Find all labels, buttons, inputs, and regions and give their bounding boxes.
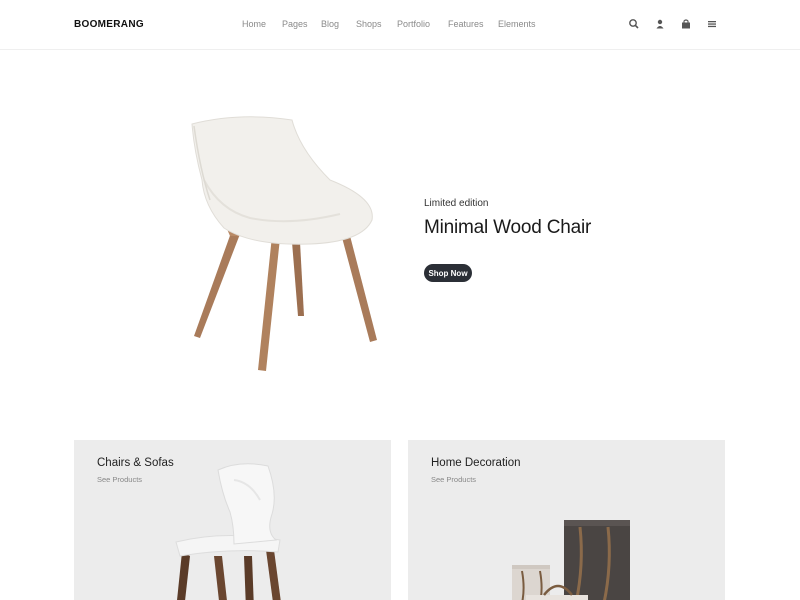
nav-home[interactable]: Home bbox=[242, 19, 266, 29]
search-icon[interactable] bbox=[628, 18, 640, 30]
category-title: Chairs & Sofas bbox=[97, 457, 174, 469]
nav-elements[interactable]: Elements bbox=[498, 19, 536, 29]
see-products-link[interactable]: See Products bbox=[431, 475, 476, 484]
bags-image bbox=[512, 520, 630, 600]
see-products-link[interactable]: See Products bbox=[97, 475, 142, 484]
site-header: BOOMERANG Home Pages Blog Shops Portfoli… bbox=[0, 0, 800, 50]
nav-pages[interactable]: Pages bbox=[282, 19, 308, 29]
hero-title: Minimal Wood Chair bbox=[424, 217, 592, 238]
hero-kicker: Limited edition bbox=[424, 198, 489, 209]
site-logo[interactable]: BOOMERANG bbox=[74, 19, 144, 30]
user-icon[interactable] bbox=[654, 18, 666, 30]
category-title: Home Decoration bbox=[431, 457, 521, 469]
hero-chair-image bbox=[191, 116, 377, 371]
bag-icon[interactable] bbox=[680, 18, 692, 30]
nav-features[interactable]: Features bbox=[448, 19, 484, 29]
category-card-decoration[interactable]: Home Decoration See Products bbox=[408, 440, 725, 600]
menu-icon[interactable] bbox=[706, 18, 718, 30]
nav-blog[interactable]: Blog bbox=[321, 19, 339, 29]
chair-image bbox=[175, 463, 281, 600]
nav-shops[interactable]: Shops bbox=[356, 19, 382, 29]
nav-portfolio[interactable]: Portfolio bbox=[397, 19, 430, 29]
category-card-chairs[interactable]: Chairs & Sofas See Products bbox=[74, 440, 391, 600]
shop-now-button[interactable]: Shop Now bbox=[424, 264, 472, 282]
